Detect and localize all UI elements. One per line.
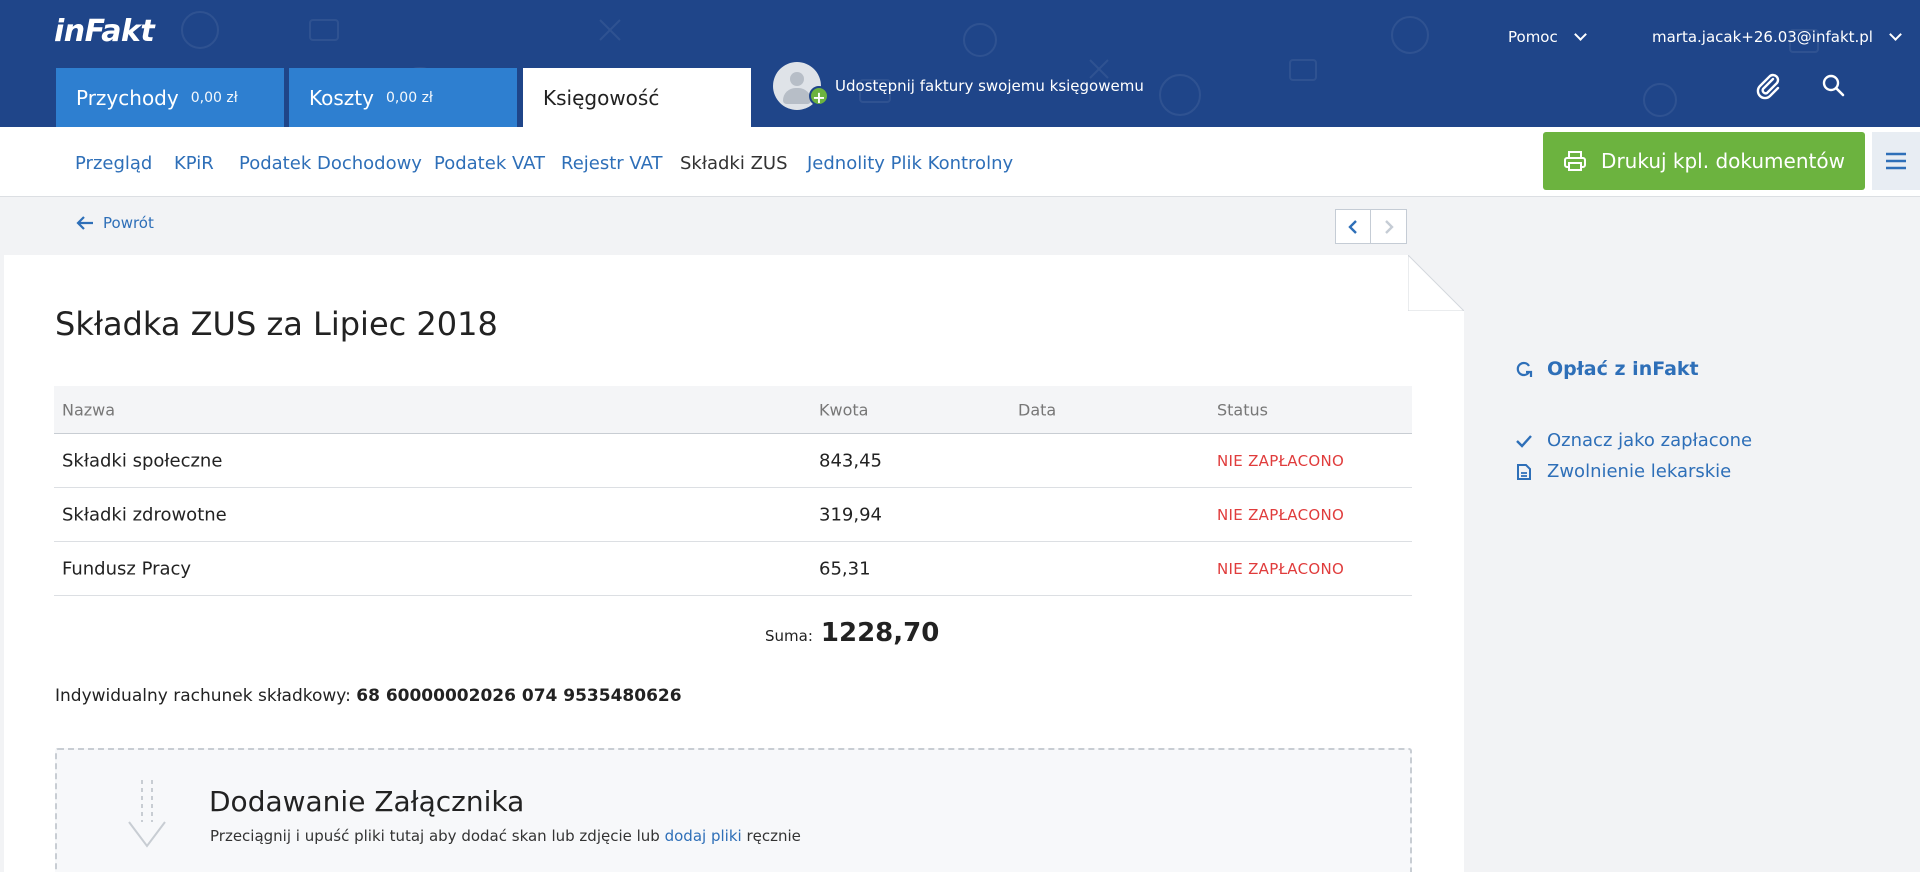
column-header-amount: Kwota bbox=[819, 400, 869, 419]
account-number-line: Indywidualny rachunek składkowy: 68 6000… bbox=[55, 686, 682, 706]
subnav-item-podatek-vat[interactable]: Podatek VAT bbox=[434, 153, 545, 174]
subnav-item-rejestr-vat[interactable]: Rejestr VAT bbox=[561, 153, 662, 174]
column-header-date: Data bbox=[1018, 400, 1057, 419]
document-icon bbox=[1517, 463, 1531, 480]
user-email: marta.jacak+26.03@infakt.pl bbox=[1652, 28, 1873, 46]
attachment-text-before: Przeciągnij i upuść pliki tutaj aby doda… bbox=[210, 827, 660, 845]
pay-label: Opłać z inFakt bbox=[1547, 358, 1699, 380]
sick-leave-button[interactable]: Zwolnienie lekarskie bbox=[1515, 461, 1731, 482]
column-header-status: Status bbox=[1217, 400, 1268, 419]
help-label: Pomoc bbox=[1508, 28, 1558, 46]
table-row: Fundusz Pracy 65,31 NIE ZAPŁACONO bbox=[54, 542, 1412, 596]
sum-label: Suma: bbox=[765, 627, 813, 645]
row-amount: 65,31 bbox=[819, 558, 871, 579]
chevron-down-icon bbox=[1889, 28, 1902, 41]
search-icon[interactable] bbox=[1818, 70, 1850, 102]
attachment-title: Dodawanie Załącznika bbox=[209, 785, 525, 818]
chevron-down-icon bbox=[1573, 28, 1587, 41]
row-amount: 319,94 bbox=[819, 504, 882, 525]
column-header-name: Nazwa bbox=[62, 400, 116, 419]
page-title: Składka ZUS za Lipiec 2018 bbox=[55, 305, 498, 343]
tab-label: Przychody bbox=[76, 85, 179, 110]
mark-as-paid-button[interactable]: Oznacz jako zapłacone bbox=[1515, 430, 1752, 451]
share-text: Udostępnij faktury swojemu księgowemu bbox=[835, 77, 1144, 95]
attachment-text-after: ręcznie bbox=[746, 827, 801, 845]
next-button[interactable] bbox=[1371, 209, 1407, 244]
page-fold-corner bbox=[1408, 255, 1464, 311]
contributions-table: Nazwa Kwota Data Status Składki społeczn… bbox=[54, 386, 1412, 596]
subnav-item-przeglad[interactable]: Przegląd bbox=[75, 153, 152, 174]
chevron-right-icon bbox=[1384, 219, 1394, 234]
document-pager bbox=[1335, 209, 1408, 244]
top-header: inFakt Pomoc marta.jacak+26.03@infakt.pl… bbox=[0, 0, 1920, 127]
download-arrow-icon bbox=[128, 780, 166, 848]
sum-value: 1228,70 bbox=[820, 618, 940, 648]
tab-ksiegowosc[interactable]: Księgowość bbox=[523, 68, 751, 127]
subnav-item-podatek-dochodowy[interactable]: Podatek Dochodowy bbox=[239, 153, 422, 174]
refresh-pay-icon bbox=[1516, 361, 1533, 377]
mark-paid-label: Oznacz jako zapłacone bbox=[1547, 430, 1753, 451]
sum-total: Suma: 1228,70 bbox=[765, 618, 939, 648]
back-link[interactable]: Powrót bbox=[75, 214, 154, 232]
attachment-instructions: Przeciągnij i upuść pliki tutaj aby doda… bbox=[210, 827, 801, 845]
subnav-item-skladki-zus[interactable]: Składki ZUS bbox=[680, 153, 788, 174]
checkmark-icon bbox=[1516, 434, 1532, 448]
sub-navigation: Przegląd KPiR Podatek Dochodowy Podatek … bbox=[0, 127, 1920, 197]
back-label: Powrót bbox=[103, 214, 154, 232]
row-amount: 843,45 bbox=[819, 450, 882, 471]
status-badge: NIE ZAPŁACONO bbox=[1217, 505, 1345, 524]
plus-icon: + bbox=[809, 86, 829, 107]
user-menu[interactable]: marta.jacak+26.03@infakt.pl bbox=[1652, 28, 1902, 46]
help-menu[interactable]: Pomoc bbox=[1508, 28, 1587, 46]
tab-label: Koszty bbox=[309, 85, 374, 110]
hamburger-menu-button[interactable] bbox=[1872, 132, 1920, 190]
paperclip-icon[interactable] bbox=[1752, 70, 1784, 102]
tab-label: Księgowość bbox=[543, 85, 660, 110]
arrow-left-icon bbox=[76, 216, 93, 230]
subnav-item-jpk[interactable]: Jednolity Plik Kontrolny bbox=[807, 153, 1013, 174]
sick-leave-label: Zwolnienie lekarskie bbox=[1547, 461, 1732, 482]
add-files-link[interactable]: dodaj pliki bbox=[665, 827, 742, 845]
tab-koszty[interactable]: Koszty 0,00 zł bbox=[289, 68, 517, 127]
row-name: Składki zdrowotne bbox=[62, 504, 227, 525]
tab-amount: 0,00 zł bbox=[385, 89, 433, 106]
pay-with-infakt-button[interactable]: Opłać z inFakt bbox=[1515, 358, 1699, 380]
tab-przychody[interactable]: Przychody 0,00 zł bbox=[56, 68, 284, 127]
status-badge: NIE ZAPŁACONO bbox=[1217, 451, 1345, 470]
row-name: Składki społeczne bbox=[62, 450, 223, 471]
share-with-accountant[interactable]: + Udostępnij faktury swojemu księgowemu bbox=[773, 62, 1144, 110]
table-row: Składki społeczne 843,45 NIE ZAPŁACONO bbox=[54, 434, 1412, 488]
row-name: Fundusz Pracy bbox=[62, 558, 192, 579]
printer-icon bbox=[1564, 151, 1587, 171]
print-button-label: Drukuj kpl. dokumentów bbox=[1601, 149, 1845, 173]
status-badge: NIE ZAPŁACONO bbox=[1217, 559, 1345, 578]
accountant-avatar-icon: + bbox=[773, 62, 829, 110]
previous-button[interactable] bbox=[1335, 209, 1371, 244]
subnav-item-kpir[interactable]: KPiR bbox=[174, 153, 214, 174]
infakt-logo[interactable]: inFakt bbox=[54, 14, 155, 49]
tab-amount: 0,00 zł bbox=[190, 89, 238, 106]
account-label: Indywidualny rachunek składkowy: bbox=[55, 686, 351, 706]
table-row: Składki zdrowotne 319,94 NIE ZAPŁACONO bbox=[54, 488, 1412, 542]
hamburger-icon bbox=[1886, 152, 1906, 170]
table-header: Nazwa Kwota Data Status bbox=[54, 386, 1412, 434]
chevron-left-icon bbox=[1348, 219, 1357, 234]
print-documents-button[interactable]: Drukuj kpl. dokumentów bbox=[1543, 132, 1865, 190]
account-number: 68 60000002026 074 9535480626 bbox=[356, 686, 682, 706]
